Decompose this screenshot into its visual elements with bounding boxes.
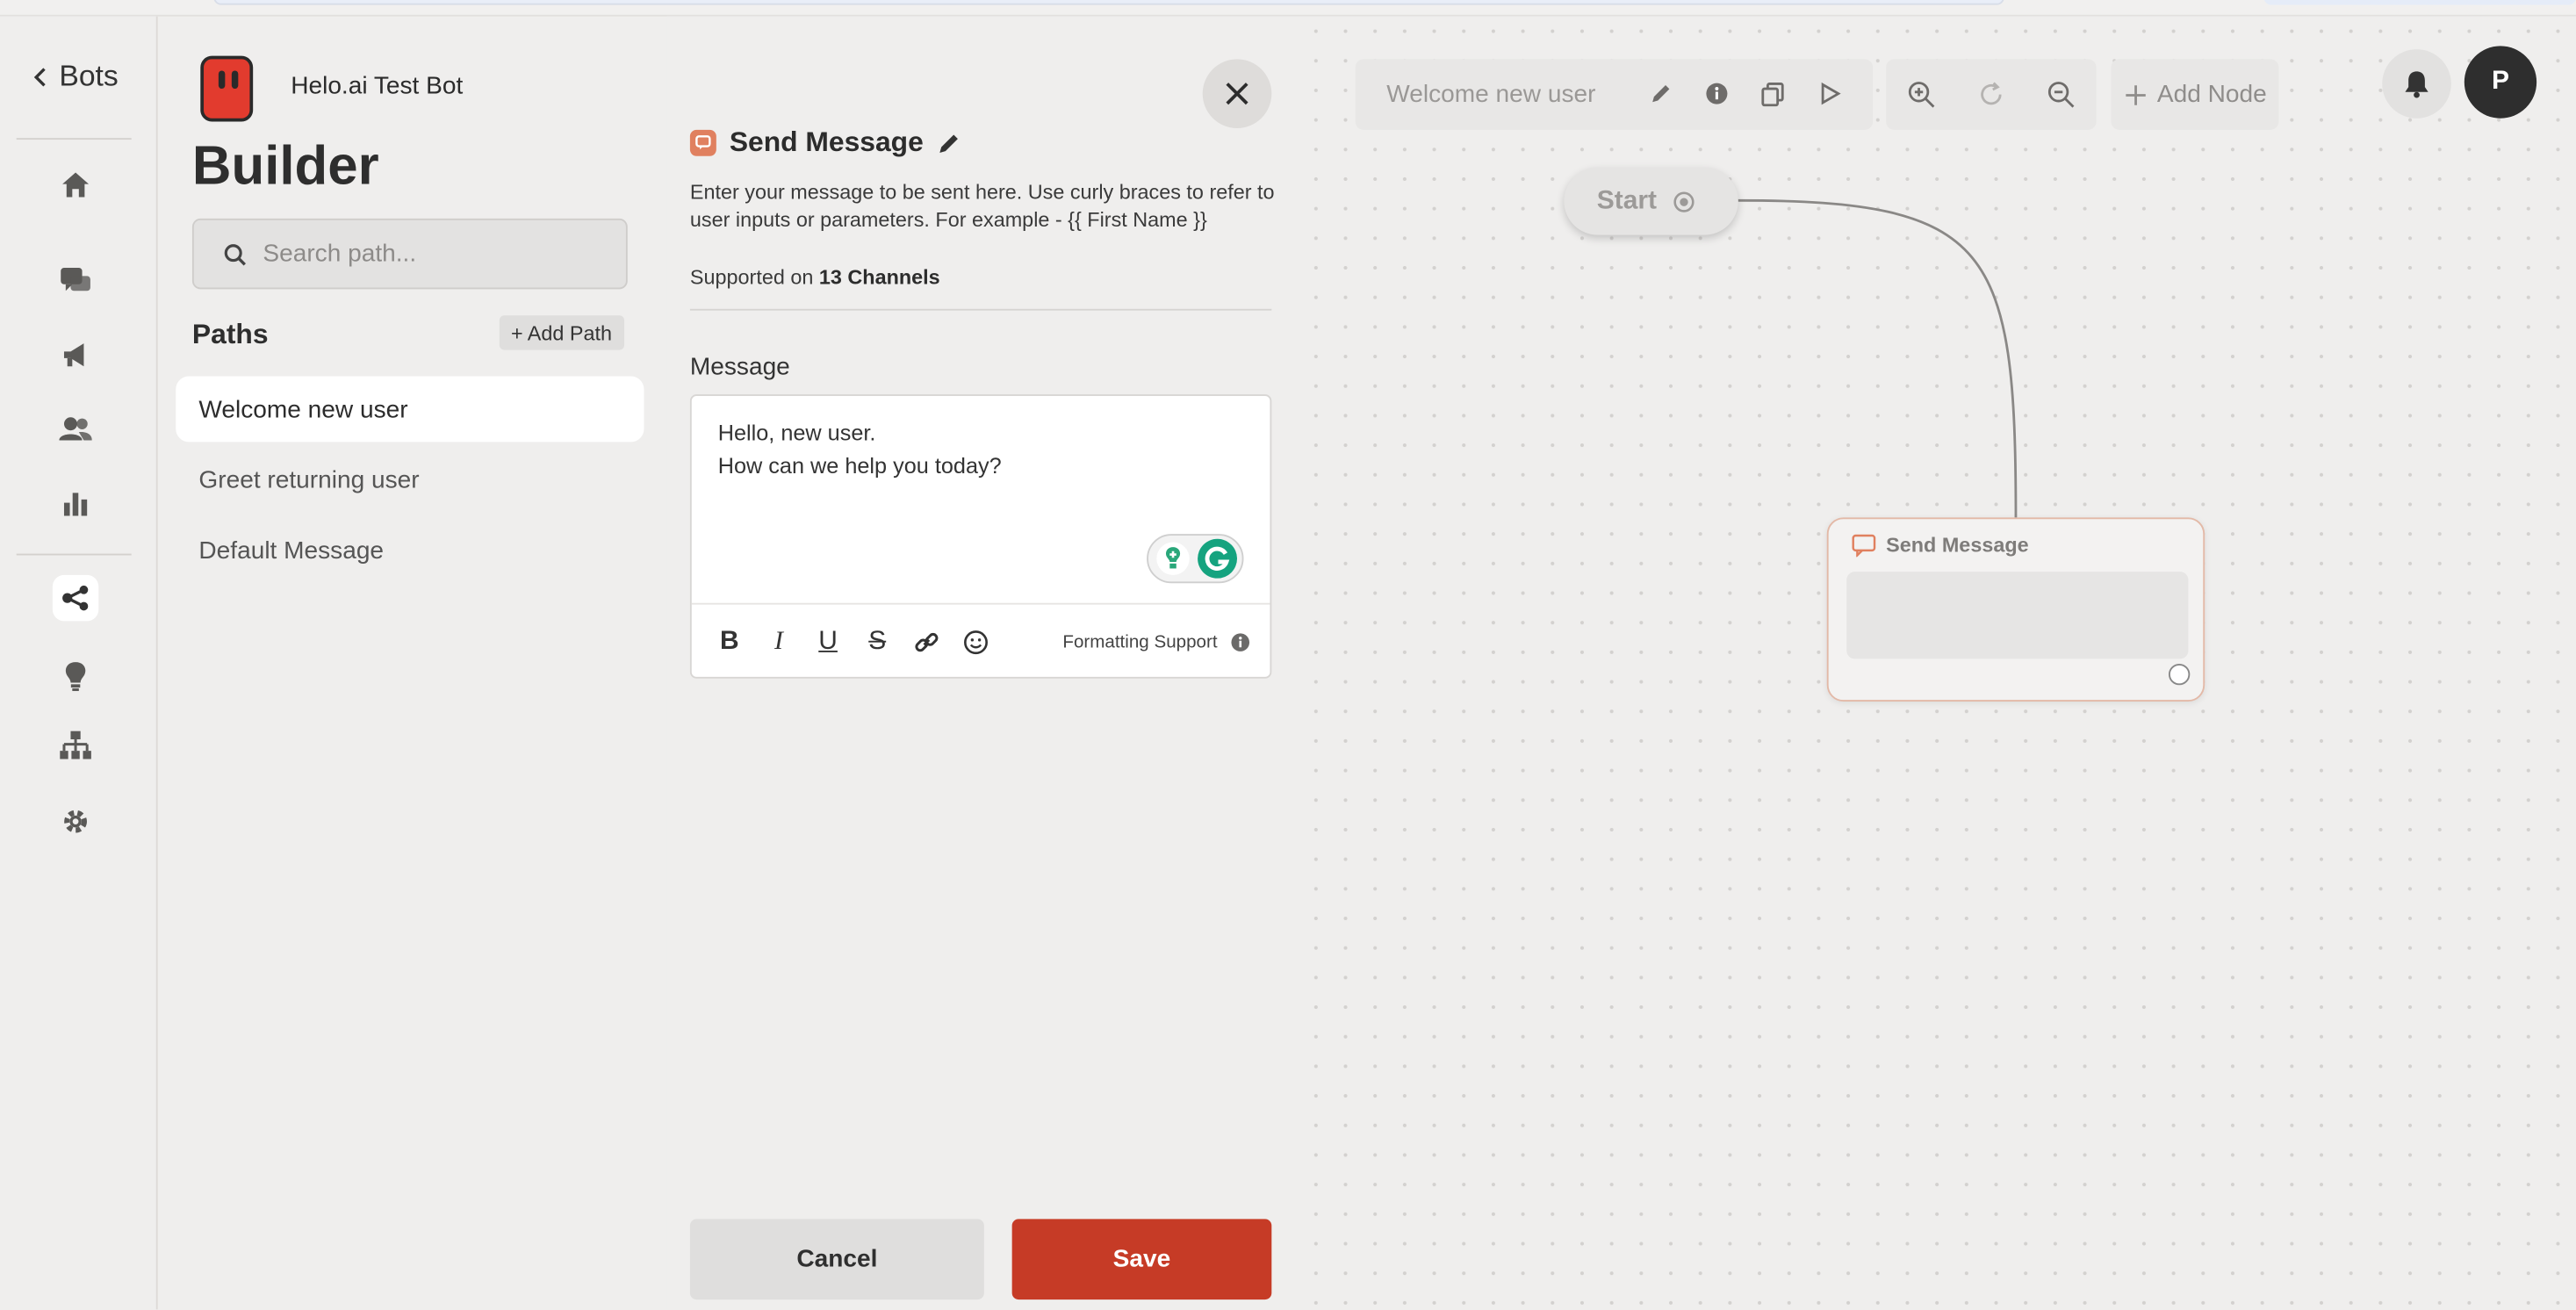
path-item-label: Greet returning user	[198, 465, 420, 494]
browser-action-area[interactable]	[2263, 0, 2576, 5]
broadcast-icon[interactable]	[56, 335, 96, 375]
supported-prefix: Supported on	[689, 266, 814, 290]
underline-icon[interactable]: U	[813, 627, 843, 657]
editor-description: Enter your message to be sent here. Use …	[689, 180, 1275, 232]
path-item[interactable]: Welcome new user	[176, 376, 644, 443]
node-title: Send Message	[1886, 534, 2029, 558]
formatting-support[interactable]: Formatting Support	[1062, 605, 1250, 680]
grammarly-widget[interactable]	[1147, 534, 1244, 584]
formatting-toolbar: B I U S Formatting Support	[691, 602, 1270, 680]
output-port[interactable]	[2168, 663, 2191, 686]
builder-icon[interactable]	[52, 574, 99, 622]
link-icon[interactable]	[912, 627, 942, 657]
notifications-button[interactable]	[2382, 49, 2451, 119]
plus-icon	[2126, 84, 2146, 104]
emoji-icon[interactable]	[961, 627, 991, 657]
close-button[interactable]	[1202, 59, 1272, 128]
message-node-icon	[689, 129, 716, 156]
conversations-icon[interactable]	[56, 262, 96, 301]
add-node-button[interactable]: Add Node	[2111, 59, 2279, 130]
search-path-input[interactable]: Search path...	[191, 218, 628, 290]
home-icon[interactable]	[56, 164, 96, 204]
search-placeholder: Search path...	[263, 240, 417, 269]
pencil-icon[interactable]	[937, 131, 961, 155]
search-icon	[224, 243, 246, 265]
paths-heading: Paths	[191, 319, 269, 350]
add-path-button[interactable]: + Add Path	[499, 315, 624, 350]
zoom-in-icon[interactable]	[1906, 79, 1936, 109]
address-bar[interactable]	[213, 0, 2004, 5]
node-content-placeholder	[1846, 572, 2189, 659]
analytics-icon[interactable]	[56, 483, 96, 522]
back-label: Bots	[59, 59, 119, 92]
chevron-left-icon	[33, 67, 46, 86]
close-icon	[1226, 83, 1248, 105]
path-toolbar: Welcome new user	[1355, 59, 1874, 130]
bot-name: Helo.ai Test Bot	[291, 72, 464, 101]
strikethrough-icon[interactable]: S	[862, 627, 892, 657]
page-title: Builder	[191, 134, 379, 196]
node-header: Send Message	[1852, 534, 2029, 558]
bell-icon	[2405, 71, 2428, 98]
editor-title-row: Send Message	[689, 126, 961, 159]
bot-logo	[200, 55, 254, 122]
zoom-out-icon[interactable]	[2046, 79, 2076, 109]
browser-top-strip	[0, 0, 2576, 17]
users-icon[interactable]	[56, 409, 96, 449]
info-icon[interactable]	[1702, 79, 1732, 109]
info-icon	[1231, 633, 1250, 651]
path-item-label: Welcome new user	[198, 395, 408, 423]
send-message-editor: Send Message Enter your message to be se…	[666, 16, 1301, 1310]
message-line: How can we help you today?	[717, 453, 1002, 479]
start-node-label: Start	[1596, 186, 1658, 215]
formatting-support-label: Formatting Support	[1062, 632, 1218, 652]
path-item[interactable]: Greet returning user	[176, 447, 644, 513]
bold-icon[interactable]: B	[715, 627, 745, 657]
copy-icon[interactable]	[1758, 79, 1788, 109]
message-line: Hello, new user.	[717, 421, 876, 446]
settings-icon[interactable]	[56, 802, 96, 841]
ideas-icon[interactable]	[56, 656, 96, 695]
supported-channels[interactable]: Supported on 13 Channels	[690, 266, 940, 289]
reset-zoom-icon[interactable]	[1976, 79, 2006, 109]
play-icon[interactable]	[1816, 79, 1846, 109]
add-node-label: Add Node	[2156, 80, 2267, 109]
cancel-button[interactable]: Cancel	[689, 1219, 984, 1300]
editor-title: Send Message	[729, 126, 924, 158]
start-node[interactable]: Start	[1564, 167, 1738, 235]
app-root: Bots Helo.ai Test Bot Builder Search pat…	[0, 0, 2576, 1310]
message-icon	[1852, 534, 1876, 558]
grammarly-icon	[1198, 538, 1238, 579]
path-item[interactable]: Default Message	[176, 517, 644, 583]
message-editor[interactable]: Hello, new user. How can we help you tod…	[689, 394, 1272, 680]
hierarchy-icon[interactable]	[56, 726, 96, 766]
current-path-name: Welcome new user	[1386, 80, 1596, 109]
save-button[interactable]: Save	[1011, 1219, 1272, 1300]
back-to-bots-link[interactable]: Bots	[32, 59, 119, 93]
flow-canvas[interactable]: Welcome new user Add Node P Start Send M…	[1300, 16, 2576, 1310]
pencil-icon[interactable]	[1646, 79, 1676, 109]
message-label: Message	[689, 353, 790, 382]
paths-panel: Helo.ai Test Bot Builder Search path... …	[158, 17, 667, 1310]
italic-icon[interactable]: I	[764, 627, 794, 657]
divider	[689, 308, 1272, 311]
message-textarea[interactable]: Hello, new user. How can we help you tod…	[718, 417, 1002, 483]
send-message-node[interactable]: Send Message	[1826, 517, 2205, 702]
zoom-toolbar	[1886, 59, 2097, 130]
avatar[interactable]: P	[2464, 46, 2537, 119]
rail-divider	[16, 138, 132, 140]
supported-channels-count: 13 Channels	[818, 266, 940, 290]
path-item-label: Default Message	[198, 536, 385, 565]
icon-rail: Bots	[0, 16, 158, 1310]
rail-divider	[16, 553, 132, 556]
bulb-icon	[1156, 542, 1190, 575]
output-port-icon[interactable]	[1673, 190, 1696, 212]
